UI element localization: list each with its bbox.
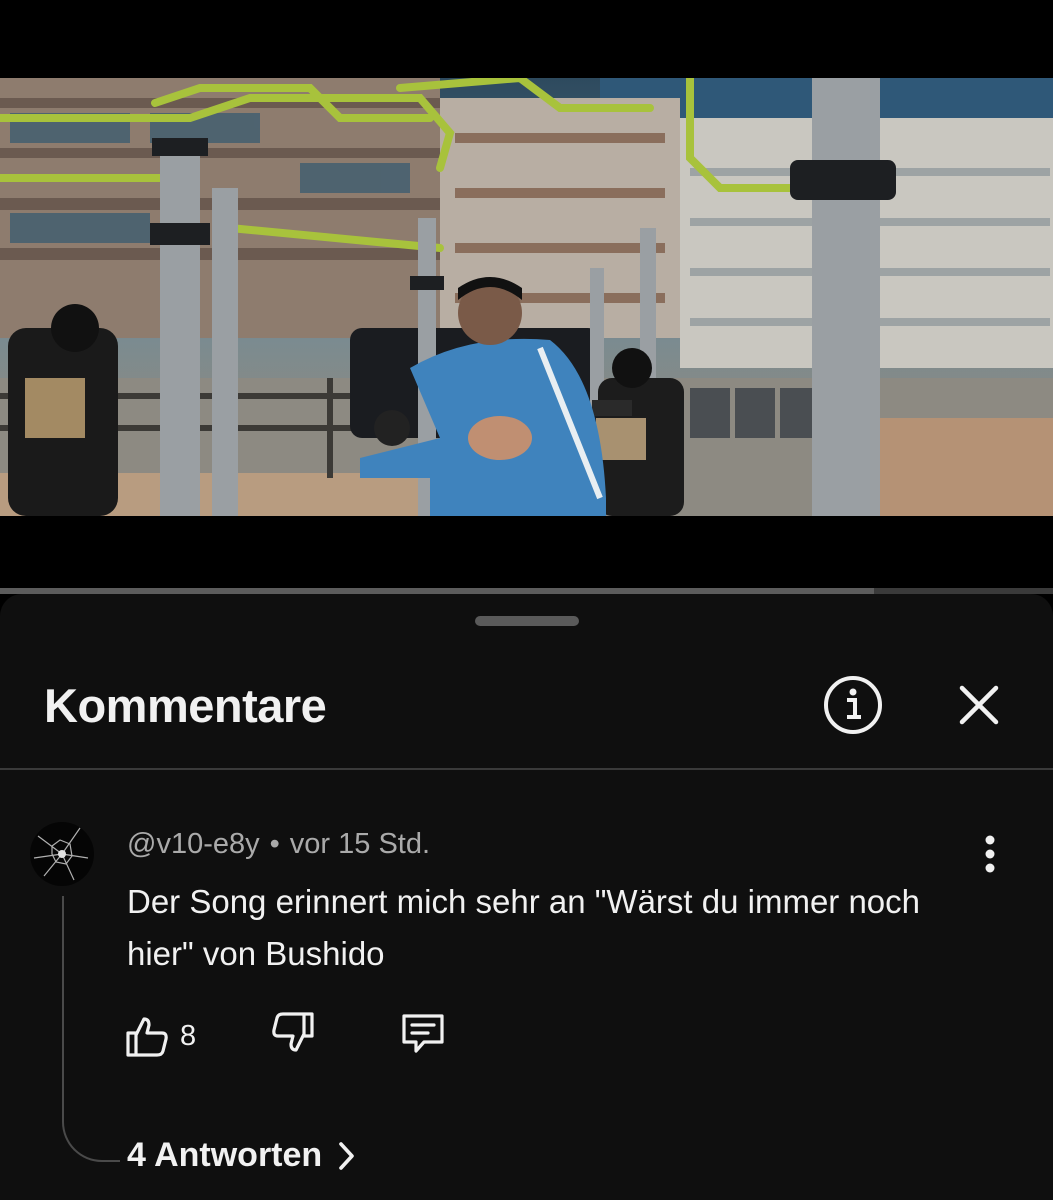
comment-text: Der Song erinnert mich sehr an "Wärst du… [127, 883, 921, 972]
close-icon [959, 685, 999, 725]
comments-header: Kommentare [0, 654, 1053, 770]
reply-icon [402, 1014, 444, 1053]
more-vertical-icon [985, 835, 995, 873]
sheet-drag-handle[interactable] [475, 616, 579, 626]
reply-button[interactable] [398, 1010, 448, 1061]
view-replies-button[interactable]: 4 Antworten [127, 1136, 358, 1175]
dislike-button[interactable] [270, 1010, 316, 1061]
replies-label: 4 Antworten [127, 1136, 323, 1174]
avatar[interactable] [30, 822, 94, 886]
thumbs-down-icon [272, 1012, 314, 1052]
close-button[interactable] [950, 676, 1008, 734]
video-player[interactable] [0, 0, 1053, 594]
video-frame[interactable] [0, 78, 1053, 516]
cracked-glass-avatar-icon [33, 827, 89, 881]
chevron-right-icon [339, 1141, 354, 1170]
comment-more-button[interactable] [968, 830, 1012, 878]
replies-thread-line [62, 896, 120, 1162]
info-button[interactable] [822, 674, 884, 736]
comments-title: Kommentare [44, 679, 327, 732]
meta-separator: • [269, 828, 280, 860]
comments-sheet: Kommentare @v10-e8y • vor 15 Std. Der So… [0, 594, 1053, 1200]
thumbs-up-icon [126, 1017, 168, 1057]
like-count: 8 [180, 1019, 197, 1052]
comment-meta: @v10-e8y • vor 15 Std. [127, 828, 430, 861]
info-icon [824, 676, 882, 734]
comment-author[interactable]: @v10-e8y [127, 828, 260, 860]
like-button[interactable]: 8 [124, 1010, 196, 1062]
video-scene [0, 78, 1053, 516]
comment-timestamp: vor 15 Std. [289, 828, 431, 860]
